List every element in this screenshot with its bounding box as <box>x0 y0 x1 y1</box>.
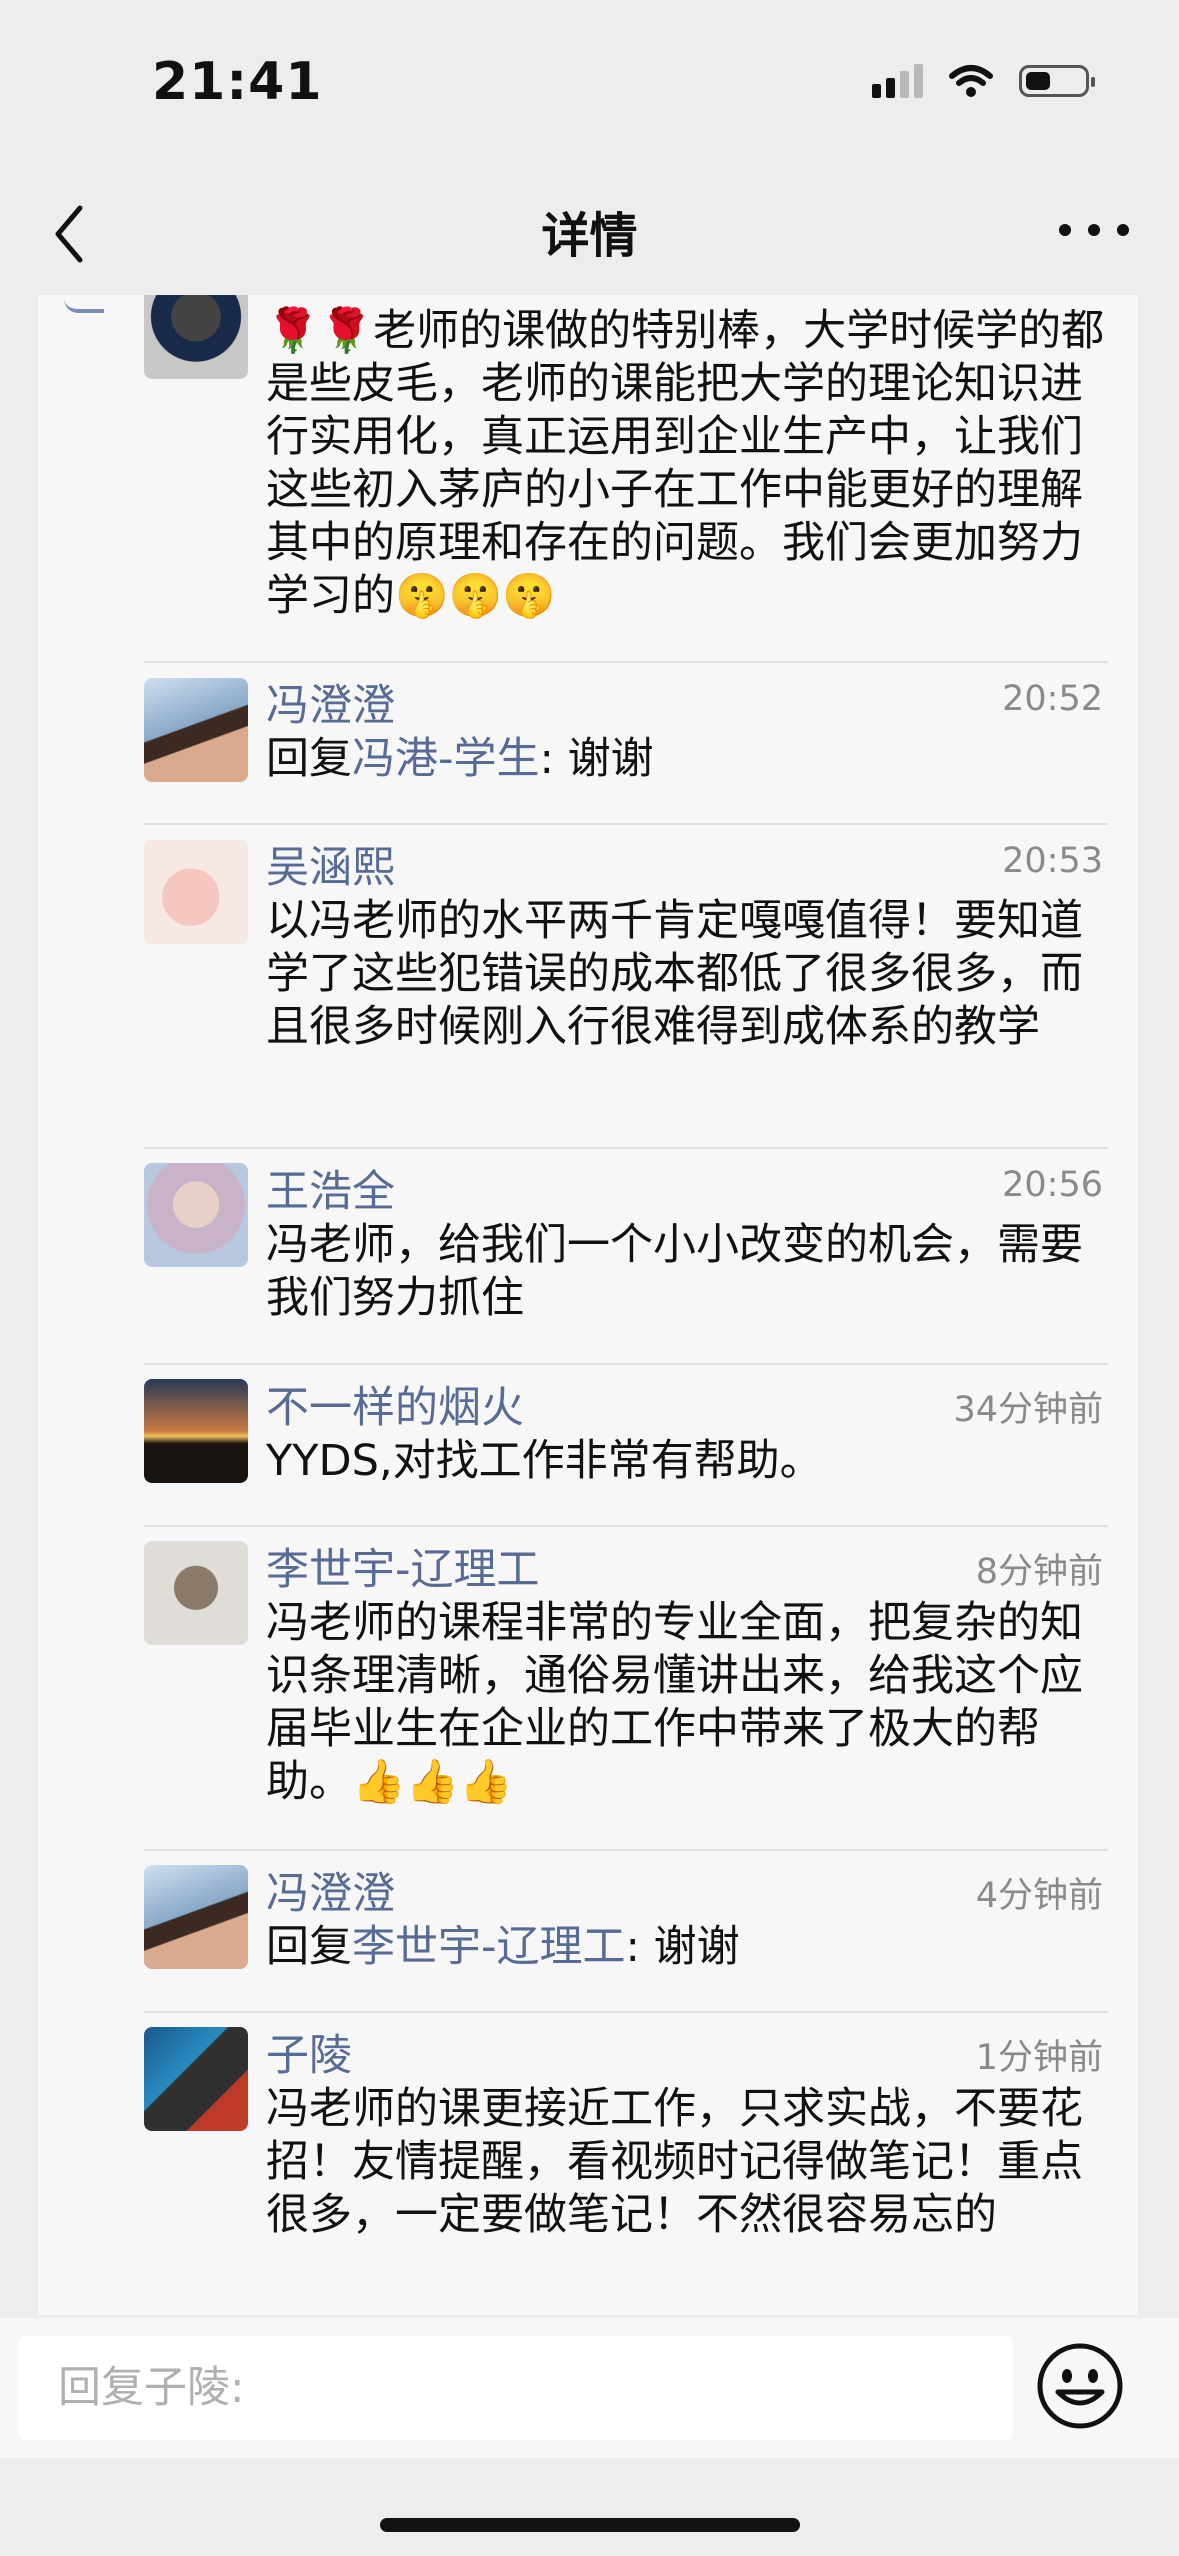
comment-text: 回复李世宇-辽理工: 谢谢 <box>266 1921 1116 1974</box>
avatar[interactable] <box>144 840 248 944</box>
smiley-face-icon <box>1037 2343 1123 2429</box>
reply-target-name[interactable]: 李世宇-辽理工 <box>352 1922 626 1972</box>
reply-body: : 谢谢 <box>625 1922 740 1972</box>
commenter-name[interactable]: 王浩全 <box>266 1157 395 1219</box>
divider <box>144 823 1108 825</box>
reply-bar <box>0 2318 1179 2458</box>
divider <box>144 1849 1108 1851</box>
commenter-name[interactable]: 子陵 <box>266 2021 352 2083</box>
divider <box>144 1363 1108 1365</box>
avatar[interactable] <box>144 1865 248 1969</box>
comment-time: 4分钟前 <box>975 1876 1103 1916</box>
avatar[interactable] <box>144 1163 248 1267</box>
commenter-name[interactable]: 吴涵熙 <box>266 833 395 895</box>
more-dot <box>1088 224 1100 236</box>
status-icons <box>872 64 1095 98</box>
comment-time: 1分钟前 <box>975 2038 1103 2078</box>
more-button[interactable] <box>1059 210 1129 250</box>
comment-bubble-icon <box>64 295 104 313</box>
comment-time: 20:52 <box>1002 679 1103 719</box>
reply-prefix: 回复 <box>266 734 352 784</box>
page-title: 详情 <box>541 208 638 264</box>
comment-time: 20:53 <box>1002 841 1103 881</box>
wifi-icon <box>949 65 993 97</box>
divider <box>144 2011 1108 2013</box>
avatar[interactable] <box>144 678 248 782</box>
nav-bar: 详情 <box>0 170 1179 295</box>
comment-text: 以冯老师的水平两千肯定嘎嘎值得！要知道学了这些犯错误的成本都低了很多很多，而且很… <box>266 896 1083 1052</box>
comment-time: 20:56 <box>1002 1165 1103 1205</box>
home-indicator[interactable] <box>380 2518 800 2532</box>
avatar[interactable] <box>144 1379 248 1483</box>
commenter-name[interactable]: 不一样的烟火 <box>266 1373 524 1435</box>
comment-time: 34分钟前 <box>953 1390 1103 1430</box>
comment-text: 冯老师，给我们一个小小改变的机会，需要我们努力抓住 <box>266 1220 1083 1323</box>
divider <box>144 1147 1108 1149</box>
emoji-button[interactable] <box>1036 2342 1124 2430</box>
status-time: 21:41 <box>152 52 323 112</box>
comment-text: 🌹🌹老师的课做的特别棒，大学时候学的都是些皮毛，老师的课能把大学的理论知识进行实… <box>266 306 1105 621</box>
commenter-name[interactable]: 冯澄澄 <box>266 1859 395 1921</box>
divider <box>144 661 1108 663</box>
more-dots-icon <box>1059 224 1071 236</box>
reply-prefix: 回复 <box>266 1922 352 1972</box>
comment-time: 8分钟前 <box>975 1552 1103 1592</box>
reply-input[interactable] <box>18 2336 1013 2440</box>
more-dot <box>1117 224 1129 236</box>
status-bar: 21:41 <box>0 0 1179 170</box>
avatar[interactable] <box>144 2027 248 2131</box>
comments-area[interactable]: 🌹🌹老师的课做的特别棒，大学时候学的都是些皮毛，老师的课能把大学的理论知识进行实… <box>0 295 1179 2315</box>
avatar[interactable] <box>144 295 248 379</box>
avatar[interactable] <box>144 1541 248 1645</box>
cellular-signal-icon <box>872 64 923 98</box>
comment-text: YYDS,对找工作非常有帮助。 <box>266 1436 823 1486</box>
commenter-name[interactable]: 冯澄澄 <box>266 671 395 733</box>
battery-icon <box>1019 65 1095 97</box>
comment-text: 冯老师的课更接近工作，只求实战，不要花招！友情提醒，看视频时记得做笔记！重点很多… <box>266 2084 1083 2240</box>
comment-text: 回复冯港-学生: 谢谢 <box>266 733 1116 786</box>
reply-body: : 谢谢 <box>539 734 654 784</box>
reply-target-name[interactable]: 冯港-学生 <box>352 734 540 784</box>
comment-text: 冯老师的课程非常的专业全面，把复杂的知识条理清晰，通俗易懂讲出来，给我这个应届毕… <box>266 1598 1083 1807</box>
divider <box>144 1525 1108 1527</box>
commenter-name[interactable]: 李世宇-辽理工 <box>266 1535 540 1597</box>
